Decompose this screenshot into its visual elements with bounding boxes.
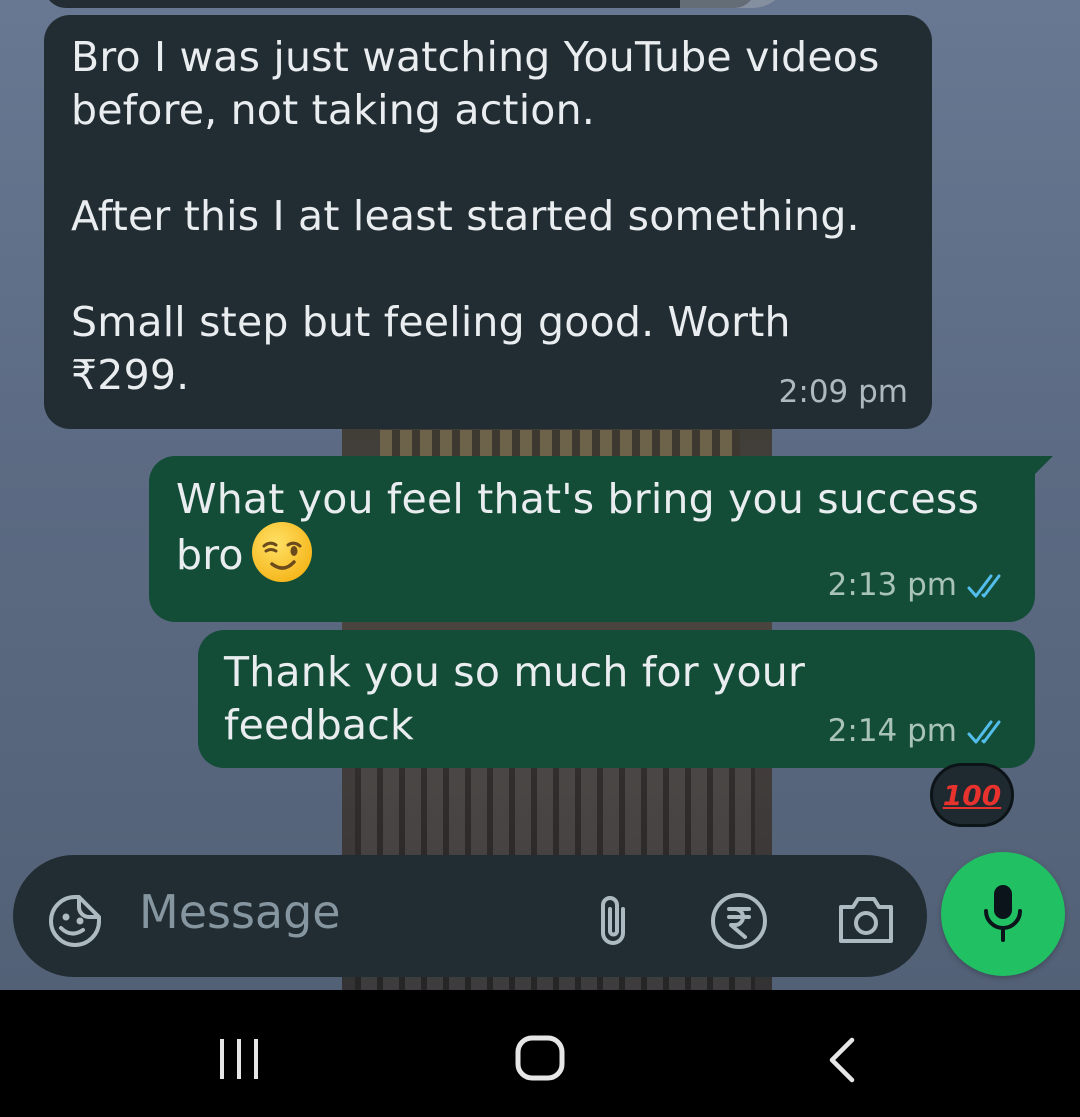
message-meta: 2:14 pm xyxy=(828,705,1011,758)
home-icon[interactable] xyxy=(514,1034,566,1082)
outgoing-message-bubble[interactable]: Thank you so much for your feedback 2:14… xyxy=(198,630,1035,768)
message-composer: Message xyxy=(13,855,927,977)
rupee-payment-icon[interactable] xyxy=(709,891,769,951)
previous-message-bubble xyxy=(44,0,756,8)
camera-icon[interactable] xyxy=(837,893,895,945)
incoming-message-bubble[interactable]: Bro I was just watching YouTube videos b… xyxy=(44,15,932,429)
double-tick-read-icon xyxy=(967,574,1001,597)
message-text: Bro I was just watching YouTube videos b… xyxy=(71,33,880,399)
message-meta: 2:13 pm xyxy=(828,559,1011,612)
message-meta: 2:09 pm xyxy=(779,366,908,419)
back-icon[interactable] xyxy=(826,1036,860,1084)
winking-smile-emoji-icon xyxy=(251,522,312,582)
message-time: 2:14 pm xyxy=(827,713,957,749)
double-tick-read-icon xyxy=(967,720,1001,743)
paperclip-icon[interactable] xyxy=(593,893,633,949)
reaction-label: 100 xyxy=(942,778,1002,812)
microphone-icon xyxy=(984,885,1022,942)
microphone-button[interactable] xyxy=(941,852,1065,976)
message-input-placeholder[interactable]: Message xyxy=(139,885,341,939)
message-time: 2:09 pm xyxy=(778,374,908,410)
recents-icon[interactable] xyxy=(214,1036,264,1082)
hundred-points-reaction[interactable]: 100 xyxy=(930,763,1014,827)
message-time: 2:13 pm xyxy=(827,567,957,603)
emoji-sticker-icon[interactable] xyxy=(47,893,103,949)
outgoing-message-bubble[interactable]: What you feel that's bring you success b… xyxy=(149,456,1053,622)
